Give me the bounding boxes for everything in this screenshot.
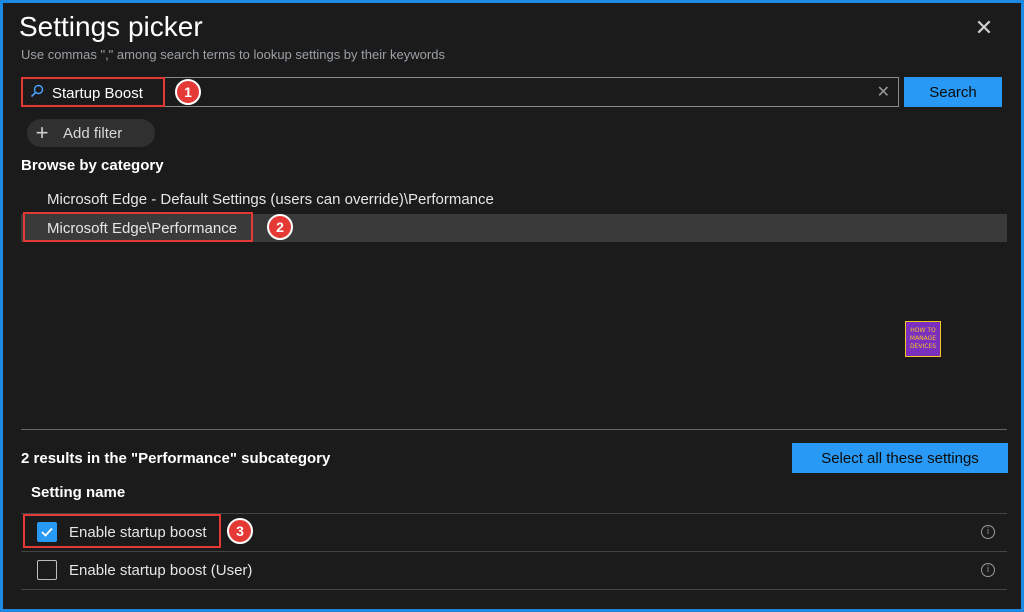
logo-line: HOW TO [910,327,936,334]
logo-line: DEVICES [909,343,937,350]
category-label: Microsoft Edge - Default Settings (users… [47,190,494,208]
dialog-title: Settings picker [19,11,203,42]
callout-box-search [21,77,165,107]
row-divider [21,589,1007,590]
logo-line: MANAGE [909,335,937,342]
close-icon[interactable]: ✕ [971,15,997,41]
clear-search-icon[interactable]: ✕ [877,82,890,102]
table-row[interactable]: Enable startup boost (User) i [21,552,1007,588]
select-all-button[interactable]: Select all these settings [792,443,1008,473]
callout-badge-1: 1 [175,79,201,105]
how-to-manage-devices-logo: HOW TO MANAGE DEVICES [905,321,941,357]
info-icon[interactable]: i [981,525,995,539]
settings-picker-dialog: Settings picker Use commas "," among sea… [0,0,1024,612]
search-input[interactable] [50,80,854,106]
dialog-subtitle: Use commas "," among search terms to loo… [21,47,445,62]
callout-box-category [23,212,253,242]
section-divider [21,429,1007,430]
add-filter-button[interactable]: + Add filter [27,119,155,147]
category-item[interactable]: Microsoft Edge - Default Settings (users… [21,185,1007,213]
results-summary: 2 results in the "Performance" subcatego… [21,450,331,467]
column-header-setting-name: Setting name [31,484,126,501]
setting-name: Enable startup boost (User) [69,561,253,579]
checkbox-unchecked[interactable] [37,560,57,580]
info-icon[interactable]: i [981,563,995,577]
search-button[interactable]: Search [904,77,1002,107]
add-filter-label: Add filter [63,124,123,142]
callout-badge-2: 2 [267,214,293,240]
callout-badge-3: 3 [227,518,253,544]
callout-box-setting [23,514,221,548]
plus-icon: + [35,120,49,145]
browse-heading: Browse by category [21,157,164,174]
